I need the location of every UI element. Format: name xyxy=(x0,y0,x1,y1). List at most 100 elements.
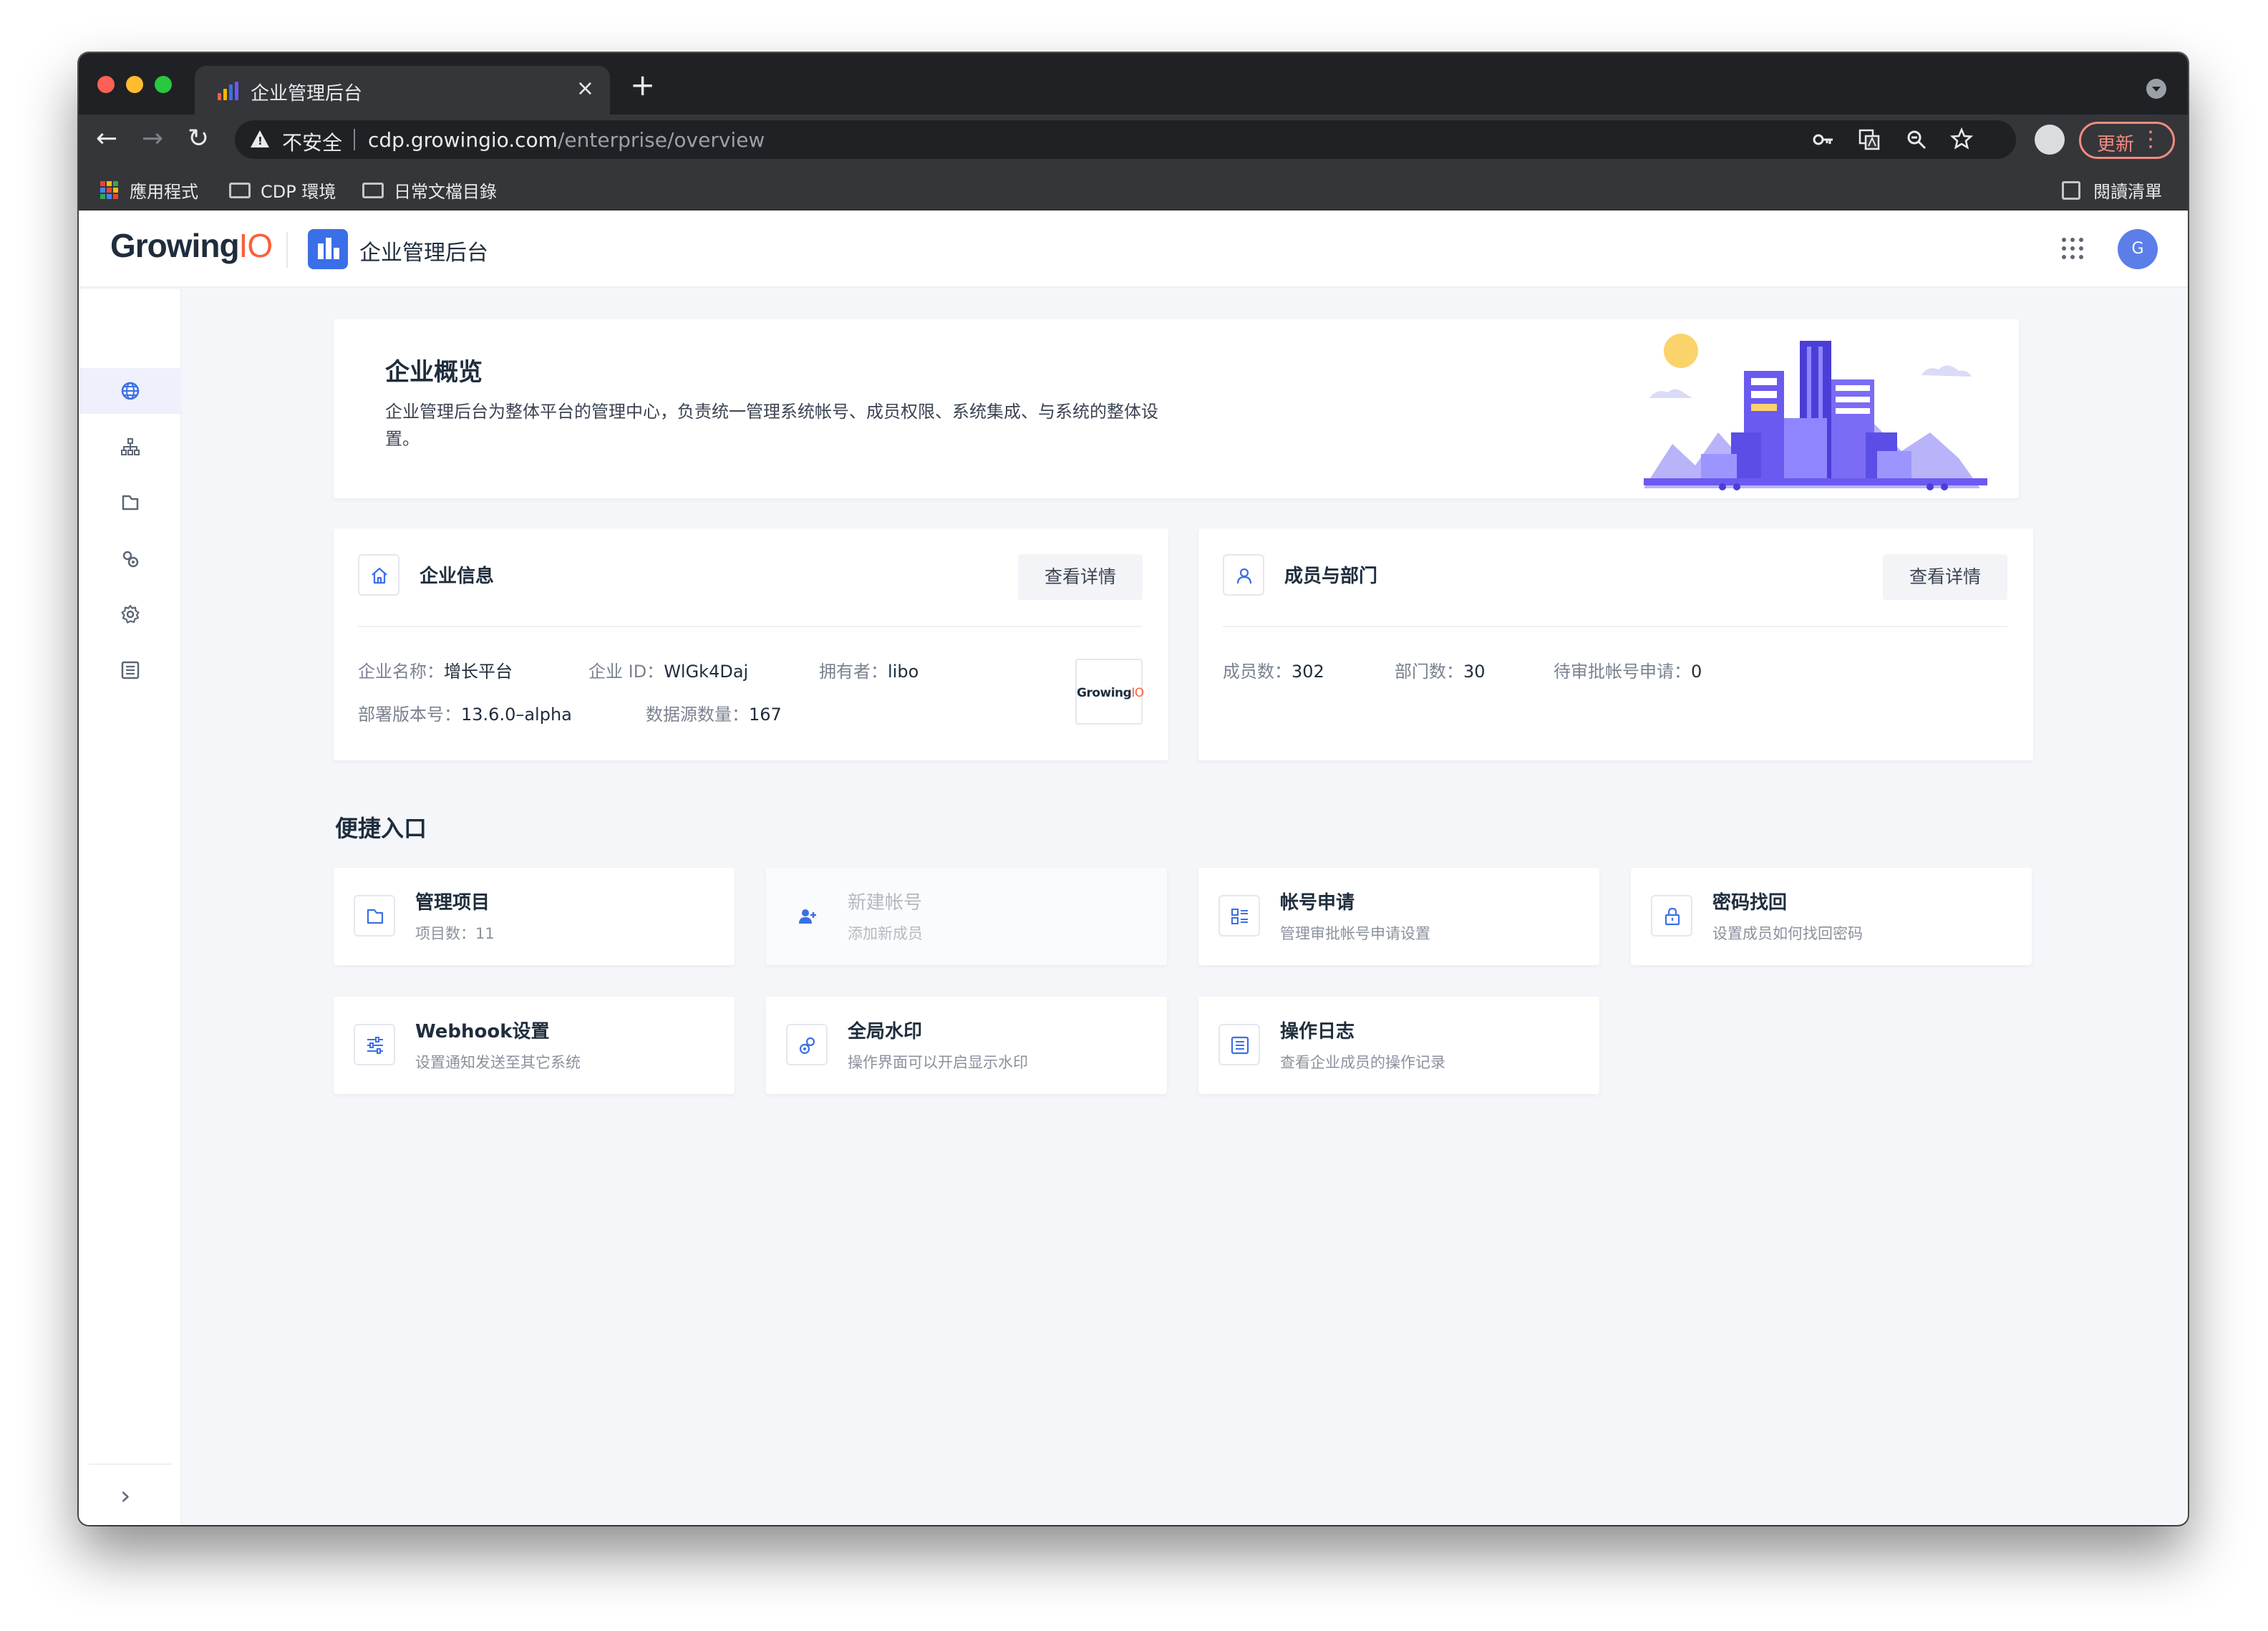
app-title: 企业管理后台 xyxy=(359,241,488,266)
form-list-icon xyxy=(1231,909,1248,924)
building-icon xyxy=(308,229,348,269)
browser-window: 企业管理后台 × + ← → ↻ 不安全 cdp.growingio.com/e… xyxy=(79,53,2188,1525)
maximize-window-button[interactable] xyxy=(155,76,172,93)
bookmark-cdp[interactable]: CDP 環境 xyxy=(229,178,336,203)
quick-title: 管理项目 xyxy=(415,892,490,914)
enterprise-logo: GrowingIO xyxy=(1075,659,1144,725)
profile-avatar-icon[interactable] xyxy=(2035,125,2065,155)
user-icon xyxy=(1236,568,1252,584)
reading-list-icon xyxy=(2062,180,2080,200)
growingio-logo[interactable]: GrowingIO xyxy=(110,226,273,265)
enterprise-info-card: 企业信息 查看详情 企业名称：增长平台 企业 ID：WlGk4Daj 拥有者：l… xyxy=(334,528,1168,760)
browser-tab-bar: 企业管理后台 × + xyxy=(79,53,2188,115)
tab-close-icon[interactable]: × xyxy=(576,76,594,101)
address-bar[interactable]: 不安全 cdp.growingio.com/enterprise/overvie… xyxy=(235,120,2016,159)
city-illustration xyxy=(1644,334,1987,490)
enterprise-detail-button[interactable]: 查看详情 xyxy=(1018,554,1143,600)
q-icon-box xyxy=(354,895,395,937)
tab-title: 企业管理后台 xyxy=(251,83,363,105)
app-header: GrowingIO 企业管理后台 G xyxy=(79,210,2188,288)
member-count: 成员数：302 xyxy=(1223,662,1324,682)
pending-applications: 待审批帐号申请：0 xyxy=(1554,662,1702,682)
q-icon-box xyxy=(1218,1024,1260,1065)
menu-dots-icon[interactable]: ⋮ xyxy=(2140,127,2161,152)
quick-password-recovery[interactable]: 密码找回 设置成员如何找回密码 xyxy=(1631,868,2032,965)
sidebar-item-projects[interactable] xyxy=(79,480,182,526)
apps-grid-icon xyxy=(100,181,118,199)
forward-button[interactable]: → xyxy=(142,123,163,155)
reading-list[interactable]: 閱讀清單 xyxy=(2062,178,2162,203)
tab-search-icon[interactable] xyxy=(2146,79,2166,99)
quick-subtitle: 设置通知发送至其它系统 xyxy=(415,1054,581,1071)
folder-icon xyxy=(229,182,251,198)
quick-title: 新建帐号 xyxy=(848,892,923,914)
folder-icon xyxy=(122,495,139,510)
enterprise-name: 企业名称：增长平台 xyxy=(358,662,513,682)
translate-icon[interactable] xyxy=(1858,129,1880,150)
overview-description: 企业管理后台为整体平台的管理中心，负责统一管理系统帐号、成员权限、系统集成、与系… xyxy=(385,402,1158,449)
bookmark-label: 日常文檔目錄 xyxy=(394,182,497,202)
bookmark-apps[interactable]: 應用程式 xyxy=(100,178,198,203)
log-icon xyxy=(1231,1036,1249,1055)
quick-manage-projects[interactable]: 管理项目 项目数：11 xyxy=(334,868,735,965)
card-divider xyxy=(1223,626,2007,627)
chart-favicon-icon xyxy=(218,82,239,100)
sliders-icon xyxy=(367,1037,383,1054)
browser-toolbar: ← → ↻ 不安全 cdp.growingio.com/enterprise/o… xyxy=(79,115,2188,165)
reading-list-label: 閱讀清單 xyxy=(2093,182,2162,202)
star-icon[interactable] xyxy=(1950,127,1973,150)
folder-icon xyxy=(367,909,384,924)
q-icon-box xyxy=(1651,895,1692,937)
quick-subtitle: 项目数：11 xyxy=(415,925,495,942)
key-icon[interactable] xyxy=(1813,130,1834,149)
quick-title: 全局水印 xyxy=(848,1021,923,1042)
browser-tab-active[interactable]: 企业管理后台 × xyxy=(195,66,610,115)
sidebar-divider xyxy=(89,1463,172,1465)
back-button[interactable]: ← xyxy=(96,123,117,155)
user-avatar[interactable]: G xyxy=(2118,229,2158,269)
members-detail-button[interactable]: 查看详情 xyxy=(1883,554,2007,600)
sidebar-item-overview[interactable] xyxy=(79,368,182,414)
department-count: 部门数：30 xyxy=(1395,662,1486,682)
warning-icon[interactable] xyxy=(251,130,269,147)
q-icon-box xyxy=(1218,895,1260,937)
card-divider xyxy=(358,626,1143,627)
sidebar-item-settings[interactable] xyxy=(79,591,182,637)
app-grid-icon[interactable] xyxy=(2062,238,2083,259)
quick-account-requests[interactable]: 帐号申请 管理审批帐号申请设置 xyxy=(1198,868,1599,965)
add-user-icon xyxy=(799,909,816,924)
enterprise-owner: 拥有者：libo xyxy=(819,662,919,682)
security-label[interactable]: 不安全 xyxy=(282,127,342,156)
quick-new-account[interactable]: 新建帐号 添加新成员 xyxy=(766,868,1167,965)
bookmark-docs[interactable]: 日常文檔目錄 xyxy=(362,178,497,203)
update-button[interactable]: 更新 ⋮ xyxy=(2079,122,2175,159)
zoom-icon[interactable] xyxy=(1906,129,1927,150)
quick-operation-log[interactable]: 操作日志 查看企业成员的操作记录 xyxy=(1198,997,1599,1094)
enterprise-id: 企业 ID：WlGk4Daj xyxy=(588,662,749,682)
quick-global-watermark[interactable]: 全局水印 操作界面可以开启显示水印 xyxy=(766,997,1167,1094)
deploy-version: 部署版本号：13.6.0–alpha xyxy=(358,705,572,725)
reload-button[interactable]: ↻ xyxy=(188,123,209,155)
sidebar-item-organization[interactable] xyxy=(79,424,182,470)
minimize-window-button[interactable] xyxy=(126,76,143,93)
q-icon-box xyxy=(786,895,828,937)
quick-access-title: 便捷入口 xyxy=(335,815,427,842)
sidebar-item-integrations[interactable] xyxy=(79,536,182,581)
new-tab-button[interactable]: + xyxy=(630,70,655,100)
datasource-count: 数据源数量：167 xyxy=(646,705,782,725)
log-icon xyxy=(121,661,140,679)
quick-webhook-settings[interactable]: Webhook设置 设置通知发送至其它系统 xyxy=(334,997,735,1094)
bookmark-label: CDP 環境 xyxy=(261,182,336,202)
url-text[interactable]: cdp.growingio.com/enterprise/overview xyxy=(368,128,765,152)
q-icon-box xyxy=(786,1024,828,1065)
close-window-button[interactable] xyxy=(97,76,115,93)
folder-icon xyxy=(362,182,384,198)
members-card: 成员与部门 查看详情 成员数：302 部门数：30 待审批帐号申请：0 xyxy=(1198,528,2033,760)
globe-icon xyxy=(121,382,140,400)
sidebar-item-logs[interactable] xyxy=(79,647,182,693)
expand-chevron-icon[interactable]: › xyxy=(120,1481,130,1511)
q-icon-box xyxy=(354,1024,395,1065)
header-divider xyxy=(286,232,288,268)
overview-banner: 企业概览 企业管理后台为整体平台的管理中心，负责统一管理系统帐号、成员权限、系统… xyxy=(334,319,2019,498)
quick-title: 密码找回 xyxy=(1712,892,1788,914)
